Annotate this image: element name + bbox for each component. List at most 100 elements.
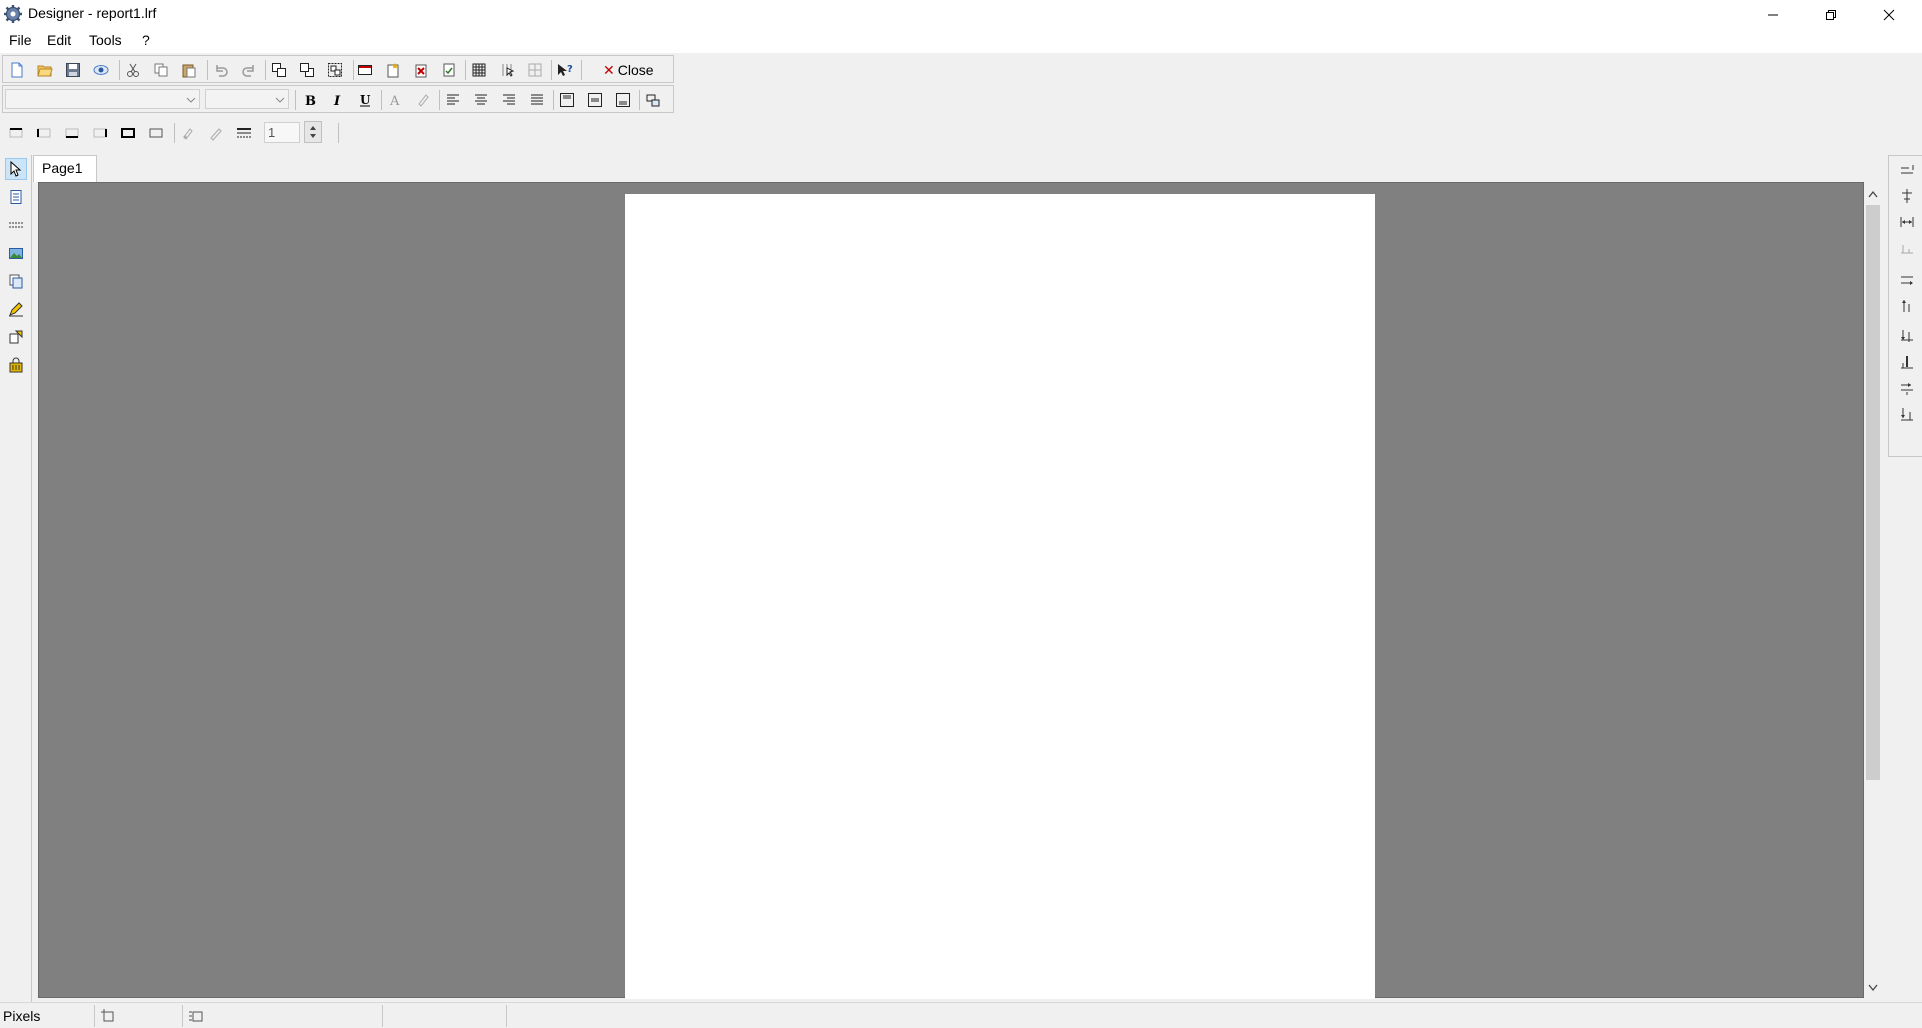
line-width-input[interactable]: 1 bbox=[264, 122, 300, 143]
frame-top-icon[interactable] bbox=[6, 123, 26, 143]
subreport-tool[interactable] bbox=[5, 270, 27, 292]
underline-icon[interactable]: U bbox=[355, 90, 375, 110]
cut-icon[interactable] bbox=[123, 60, 143, 80]
select-pointer-tool[interactable] bbox=[5, 158, 27, 180]
page-settings-icon[interactable] bbox=[439, 60, 459, 80]
tab-page1[interactable]: Page1 bbox=[33, 155, 97, 182]
toolbar-separator bbox=[639, 90, 640, 110]
align-justify-icon[interactable] bbox=[527, 90, 547, 110]
svg-text:A: A bbox=[389, 94, 400, 108]
align-left-icon[interactable] bbox=[443, 90, 463, 110]
align-top-edges-icon[interactable] bbox=[1896, 295, 1918, 317]
frame-pen-icon[interactable] bbox=[206, 123, 226, 143]
valign-bottom-icon[interactable] bbox=[613, 90, 633, 110]
position-icon bbox=[98, 1006, 118, 1026]
status-separator bbox=[94, 1005, 95, 1027]
copy-icon[interactable] bbox=[151, 60, 171, 80]
italic-icon[interactable]: I bbox=[327, 90, 347, 110]
frame-bottom-icon[interactable] bbox=[62, 123, 82, 143]
align-left-edges-icon[interactable] bbox=[1896, 159, 1918, 181]
minimize-icon bbox=[1767, 9, 1779, 21]
font-size-combo[interactable] bbox=[205, 89, 289, 109]
align-center-icon[interactable] bbox=[471, 90, 491, 110]
format-toolbar: B I U A bbox=[2, 85, 674, 113]
frame-right-icon[interactable] bbox=[90, 123, 110, 143]
menu-tools[interactable]: Tools bbox=[87, 32, 124, 48]
grid-icon[interactable] bbox=[469, 60, 489, 80]
scroll-up-icon[interactable] bbox=[1866, 186, 1880, 202]
svg-text:?: ? bbox=[567, 64, 573, 75]
frame-color-icon[interactable] bbox=[178, 123, 198, 143]
frame-left-icon[interactable] bbox=[34, 123, 54, 143]
bring-to-front-icon[interactable] bbox=[269, 60, 289, 80]
svg-text:U: U bbox=[360, 93, 371, 107]
space-horizontally-icon[interactable] bbox=[1896, 211, 1918, 233]
chevron-down-icon bbox=[275, 93, 285, 108]
save-icon[interactable] bbox=[63, 60, 83, 80]
menu-help[interactable]: ? bbox=[140, 32, 152, 48]
toolbar-separator bbox=[174, 123, 175, 143]
status-units: Pixels bbox=[3, 1008, 41, 1024]
minimize-button[interactable] bbox=[1744, 0, 1802, 29]
text-memo-tool[interactable] bbox=[5, 186, 27, 208]
preview-eye-icon[interactable] bbox=[91, 60, 111, 80]
undo-icon[interactable] bbox=[211, 60, 231, 80]
restore-button[interactable] bbox=[1802, 0, 1860, 29]
toolbar-separator bbox=[207, 60, 208, 80]
status-bar: Pixels bbox=[0, 1002, 1922, 1028]
rotate-text-icon[interactable] bbox=[643, 90, 663, 110]
picture-tool[interactable] bbox=[5, 242, 27, 264]
status-separator bbox=[506, 1005, 507, 1027]
menu-file[interactable]: File bbox=[7, 32, 34, 48]
font-name-combo[interactable] bbox=[5, 89, 200, 109]
paste-icon[interactable] bbox=[179, 60, 199, 80]
report-page[interactable] bbox=[625, 194, 1375, 999]
scroll-down-icon[interactable] bbox=[1866, 980, 1880, 996]
delete-page-icon[interactable] bbox=[411, 60, 431, 80]
toolbar-separator bbox=[581, 60, 582, 80]
toolbar-separator bbox=[465, 60, 466, 80]
size-icon bbox=[186, 1006, 206, 1026]
send-to-back-icon[interactable] bbox=[297, 60, 317, 80]
close-icon bbox=[1883, 9, 1895, 21]
insert-band-icon[interactable] bbox=[355, 60, 375, 80]
group-icon[interactable] bbox=[325, 60, 345, 80]
toolbar-area: ? ✕ Close B I U A 1 bbox=[0, 53, 1922, 153]
center-vertically-icon[interactable] bbox=[1896, 403, 1918, 425]
center-horizontally-icon[interactable] bbox=[1896, 269, 1918, 291]
shape-tool[interactable] bbox=[5, 326, 27, 348]
line-style-icon[interactable] bbox=[234, 123, 254, 143]
frame-all-icon[interactable] bbox=[118, 123, 138, 143]
barcode-tool[interactable] bbox=[5, 354, 27, 376]
redo-icon[interactable] bbox=[239, 60, 259, 80]
font-color-icon[interactable]: A bbox=[385, 90, 405, 110]
fill-color-icon[interactable] bbox=[413, 90, 433, 110]
space-vertically-icon[interactable] bbox=[1896, 351, 1918, 373]
valign-middle-icon[interactable] bbox=[585, 90, 605, 110]
toolbar-separator bbox=[439, 90, 440, 110]
design-canvas[interactable] bbox=[38, 182, 1864, 999]
menu-edit[interactable]: Edit bbox=[45, 32, 73, 48]
align-right-edges-icon[interactable] bbox=[1896, 237, 1918, 259]
table-grid-icon[interactable] bbox=[525, 60, 545, 80]
valign-top-icon[interactable] bbox=[557, 90, 577, 110]
open-folder-icon[interactable] bbox=[35, 60, 55, 80]
bold-icon[interactable]: B bbox=[299, 90, 319, 110]
frame-none-icon[interactable] bbox=[146, 123, 166, 143]
toolbar-separator bbox=[551, 60, 552, 80]
snap-to-grid-icon[interactable] bbox=[497, 60, 517, 80]
new-file-icon[interactable] bbox=[7, 60, 27, 80]
align-bottom-edges-icon[interactable] bbox=[1896, 377, 1918, 399]
toolbar-separator bbox=[353, 60, 354, 80]
align-vertical-centers-icon[interactable] bbox=[1896, 325, 1918, 347]
align-horizontal-centers-icon[interactable] bbox=[1896, 185, 1918, 207]
new-page-icon[interactable] bbox=[383, 60, 403, 80]
close-designer-button[interactable]: ✕ Close bbox=[603, 59, 654, 81]
help-pointer-icon[interactable]: ? bbox=[555, 60, 575, 80]
draw-line-tool[interactable] bbox=[5, 298, 27, 320]
window-close-button[interactable] bbox=[1860, 0, 1918, 29]
vertical-scrollbar-thumb[interactable] bbox=[1866, 205, 1880, 780]
line-width-stepper[interactable] bbox=[304, 121, 322, 143]
band-tool[interactable] bbox=[5, 214, 27, 236]
align-right-icon[interactable] bbox=[499, 90, 519, 110]
